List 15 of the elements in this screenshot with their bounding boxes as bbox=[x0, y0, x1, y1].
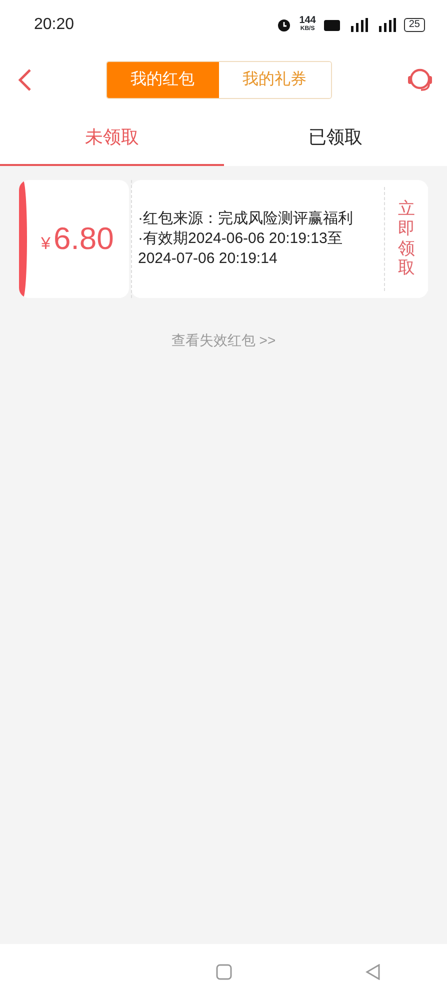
hd-icon bbox=[324, 20, 340, 30]
back-icon[interactable] bbox=[18, 68, 32, 92]
battery-level: 25 bbox=[404, 18, 425, 32]
coupon-amount: 6.80 bbox=[53, 220, 114, 258]
back-icon[interactable] bbox=[364, 964, 381, 980]
status-time: 20:20 bbox=[34, 15, 74, 35]
network-speed: 144 bbox=[299, 17, 316, 25]
segment-tab[interactable]: 我的红包 bbox=[106, 62, 218, 98]
home-icon[interactable] bbox=[216, 964, 232, 980]
currency-symbol: ¥ bbox=[41, 232, 50, 255]
coupon-detail: ·红包来源：完成风险测评赢福利 bbox=[138, 209, 354, 229]
alarm-icon bbox=[277, 18, 292, 32]
coupon-detail: ·有效期2024-06-06 20:19:13至2024-07-06 20:19:14 bbox=[138, 229, 344, 269]
claim-button[interactable]: 立即领取 bbox=[384, 187, 428, 291]
expired-link[interactable]: 查看失效红包 >> bbox=[171, 332, 276, 348]
